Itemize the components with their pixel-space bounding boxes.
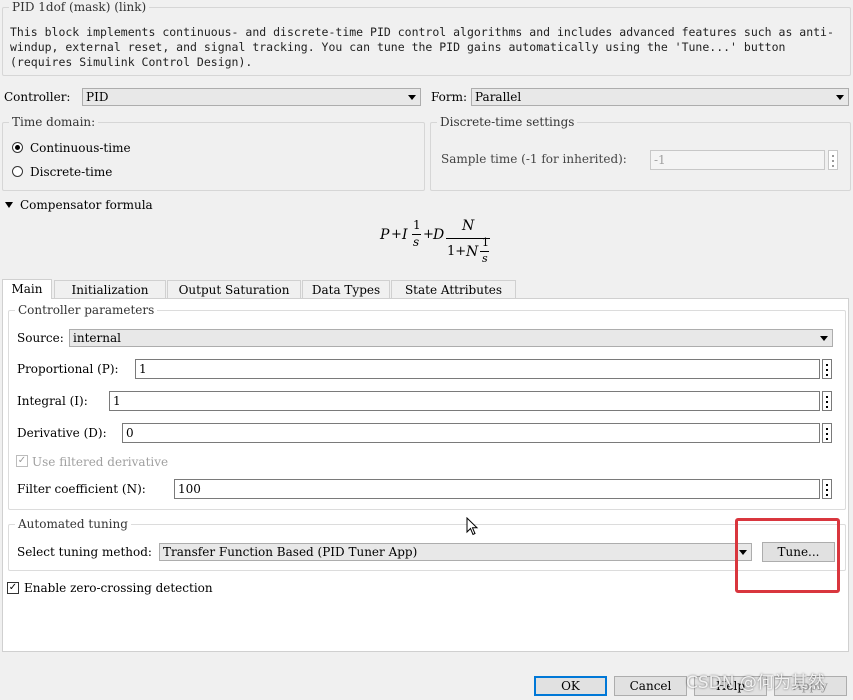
zero-crossing-checkbox[interactable]: ✓ — [7, 582, 19, 594]
tab-output-saturation[interactable]: Output Saturation — [167, 280, 301, 298]
proportional-input[interactable]: 1 — [135, 359, 820, 379]
ok-button[interactable]: OK — [534, 676, 607, 696]
sample-time-input[interactable]: -1 — [650, 150, 825, 170]
tab-state-attributes[interactable]: State Attributes — [391, 280, 516, 298]
proportional-label: Proportional (P): — [17, 362, 119, 376]
integral-label: Integral (I): — [17, 394, 88, 408]
tuning-method-label: Select tuning method: — [17, 545, 152, 559]
chevron-down-icon — [408, 95, 416, 100]
tuning-method-dropdown[interactable]: Transfer Function Based (PID Tuner App) — [159, 543, 752, 561]
time-domain-legend: Time domain: — [12, 115, 96, 129]
source-dropdown[interactable]: internal — [69, 329, 833, 347]
block-title: PID 1dof (mask) (link) — [12, 0, 147, 14]
highlight-box — [735, 518, 840, 593]
chevron-down-icon — [820, 336, 828, 341]
zero-crossing-label[interactable]: Enable zero-crossing detection — [24, 581, 213, 595]
radio-continuous-label[interactable]: Continuous-time — [30, 141, 131, 155]
controller-label: Controller: — [4, 90, 71, 104]
tab-data-types[interactable]: Data Types — [302, 280, 390, 298]
proportional-menu-icon[interactable] — [822, 359, 832, 379]
tab-main[interactable]: Main — [2, 279, 52, 299]
integral-menu-icon[interactable] — [822, 391, 832, 411]
tuning-method-value: Transfer Function Based (PID Tuner App) — [163, 545, 418, 559]
tab-initialization[interactable]: Initialization — [54, 280, 166, 298]
proportional-value: 1 — [139, 362, 147, 376]
source-label: Source: — [17, 331, 64, 345]
filter-coefficient-value: 100 — [178, 482, 201, 496]
cancel-button[interactable]: Cancel — [614, 676, 687, 696]
form-dropdown[interactable]: Parallel — [471, 88, 849, 106]
sample-time-value: -1 — [654, 153, 666, 167]
sample-time-menu-icon[interactable] — [828, 150, 838, 170]
controller-value: PID — [86, 90, 109, 104]
block-description: This block implements continuous- and di… — [10, 25, 834, 69]
derivative-value: 0 — [126, 426, 134, 440]
triangle-down-icon[interactable] — [5, 202, 13, 208]
radio-continuous-time[interactable] — [12, 142, 23, 153]
automated-tuning-legend: Automated tuning — [18, 517, 128, 531]
watermark: CSDN @何为其然 — [686, 673, 825, 693]
integral-value: 1 — [113, 394, 121, 408]
use-filtered-derivative-checkbox[interactable]: ✓ — [16, 455, 28, 467]
form-label: Form: — [431, 90, 468, 104]
use-filtered-derivative-label: Use filtered derivative — [32, 455, 169, 469]
chevron-down-icon — [836, 95, 844, 100]
mouse-cursor-icon — [466, 517, 479, 536]
filter-coefficient-label: Filter coefficient (N): — [17, 482, 146, 496]
radio-discrete-label[interactable]: Discrete-time — [30, 165, 112, 179]
source-value: internal — [73, 331, 121, 345]
compensator-formula-label[interactable]: Compensator formula — [20, 198, 153, 212]
discrete-settings-legend: Discrete-time settings — [440, 115, 575, 129]
form-value: Parallel — [475, 90, 522, 104]
filter-coefficient-input[interactable]: 100 — [174, 479, 820, 499]
derivative-label: Derivative (D): — [17, 426, 107, 440]
compensator-formula: P + I 1 s + D N 1+ N 1 s — [380, 218, 490, 265]
radio-discrete-time[interactable] — [12, 166, 23, 177]
sample-time-label: Sample time (-1 for inherited): — [441, 152, 627, 166]
integral-input[interactable]: 1 — [109, 391, 820, 411]
filter-coefficient-menu-icon[interactable] — [822, 479, 832, 499]
derivative-menu-icon[interactable] — [822, 423, 832, 443]
controller-dropdown[interactable]: PID — [82, 88, 421, 106]
derivative-input[interactable]: 0 — [122, 423, 820, 443]
controller-parameters-legend: Controller parameters — [18, 303, 155, 317]
